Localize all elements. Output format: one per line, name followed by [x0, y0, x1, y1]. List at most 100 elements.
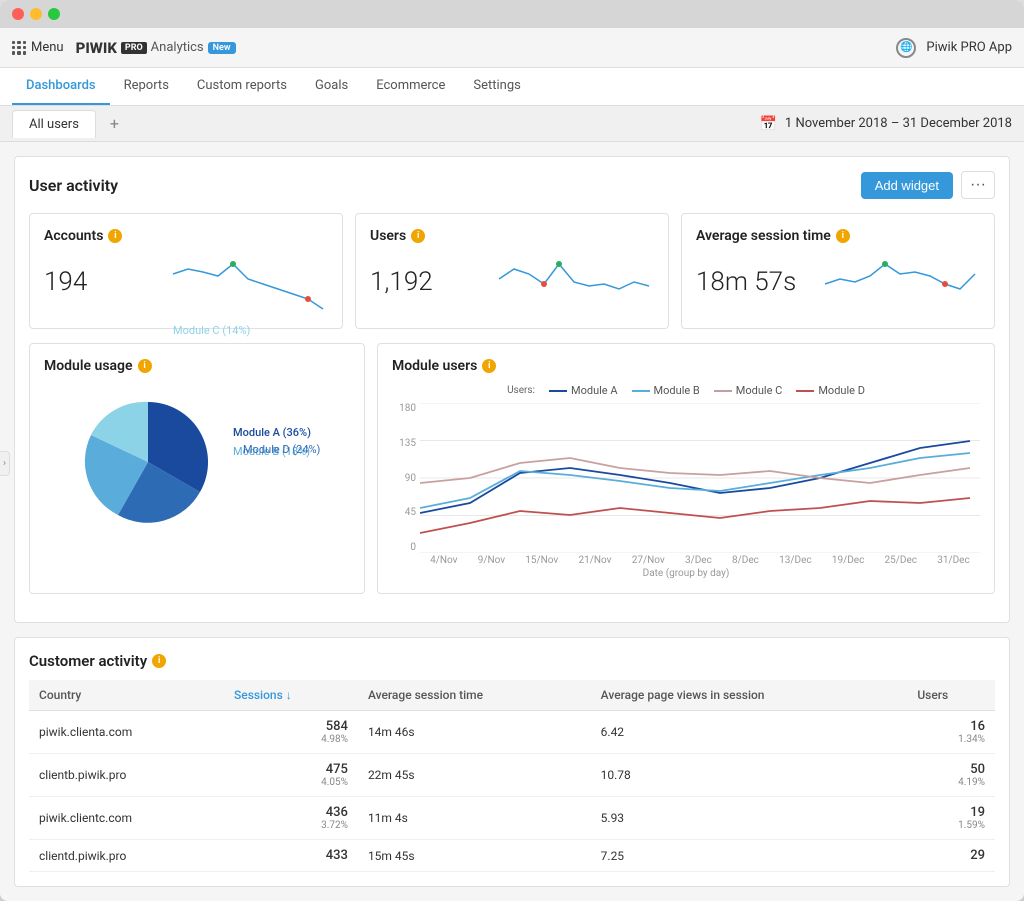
sidebar-toggle[interactable]: ›: [0, 451, 10, 476]
chart-legend: Users: Module A Module B Module C: [392, 384, 980, 397]
th-users: Users: [907, 680, 995, 711]
tab-ecommerce[interactable]: Ecommerce: [362, 68, 459, 105]
line-chart: [420, 403, 980, 553]
td-sessions: 584 4.98%: [224, 711, 358, 754]
accounts-chart: [168, 254, 328, 314]
users-inner: 1,192: [370, 254, 654, 314]
td-avg-page-views: 5.93: [591, 797, 908, 840]
table-row: clientb.piwik.pro 475 4.05% 22m 45s 10.7…: [29, 754, 995, 797]
logo: PIWIK PRO Analytics New: [76, 39, 236, 57]
module-usage-info-icon[interactable]: i: [138, 359, 152, 373]
window-chrome: [0, 0, 1024, 28]
accounts-label: Accounts i: [44, 228, 328, 244]
minimize-button[interactable]: [30, 8, 42, 20]
logo-analytics: Analytics: [151, 40, 204, 55]
accounts-value: 194: [44, 267, 87, 297]
module-users-label: Module users i: [392, 358, 980, 374]
table-header-row: Country Sessions ↓ Average session time …: [29, 680, 995, 711]
content-area: User activity Add widget ··· Accounts i …: [0, 142, 1024, 901]
grid-icon: [12, 41, 26, 55]
yaxis: 180 135 90 45 0: [392, 403, 420, 553]
pie-chart: [83, 397, 213, 527]
date-range-selector[interactable]: 📅 1 November 2018 – 31 December 2018: [759, 116, 1012, 132]
avg-session-inner: 18m 57s: [696, 254, 980, 314]
menu-button[interactable]: Menu: [12, 40, 64, 55]
module-usage-label: Module usage i: [44, 358, 350, 374]
td-avg-session-time: 15m 45s: [358, 840, 591, 872]
customer-activity-info-icon[interactable]: i: [152, 654, 166, 668]
add-dashboard-button[interactable]: +: [98, 108, 131, 139]
th-country: Country: [29, 680, 224, 711]
td-country: clientb.piwik.pro: [29, 754, 224, 797]
app-name: Piwik PRO App: [926, 40, 1012, 55]
accounts-info-icon[interactable]: i: [108, 229, 122, 243]
td-avg-session-time: 11m 4s: [358, 797, 591, 840]
td-users: 50 4.19%: [907, 754, 995, 797]
module-usage-card: Module usage i: [29, 343, 365, 594]
maximize-button[interactable]: [48, 8, 60, 20]
th-sessions[interactable]: Sessions ↓: [224, 680, 358, 711]
topbar: Menu PIWIK PRO Analytics New 🌐 Piwik PRO…: [0, 28, 1024, 68]
x-axis-label: Date (group by day): [392, 568, 980, 579]
customer-activity-section: Customer activity i Country Sessions ↓ A…: [14, 637, 1010, 887]
globe-icon[interactable]: 🌐: [896, 38, 916, 58]
tab-settings[interactable]: Settings: [459, 68, 534, 105]
td-country: piwik.clientc.com: [29, 797, 224, 840]
td-avg-session-time: 14m 46s: [358, 711, 591, 754]
tab-dashboards[interactable]: Dashboards: [12, 68, 110, 105]
logo-piwik: PIWIK: [76, 39, 117, 57]
td-avg-session-time: 22m 45s: [358, 754, 591, 797]
table-row: clientd.piwik.pro 433 15m 45s 7.25 29: [29, 840, 995, 872]
module-users-info-icon[interactable]: i: [482, 359, 496, 373]
module-c-label: Module C (14%): [173, 324, 251, 337]
topbar-right: 🌐 Piwik PRO App: [896, 38, 1012, 58]
legend-module-d: Module D: [796, 384, 865, 397]
users-value: 1,192: [370, 267, 433, 297]
logo-pro: PRO: [121, 42, 147, 54]
td-country: clientd.piwik.pro: [29, 840, 224, 872]
td-users: 19 1.59%: [907, 797, 995, 840]
th-avg-page-views: Average page views in session: [591, 680, 908, 711]
customer-activity-title: Customer activity i: [29, 652, 995, 670]
users-info-icon[interactable]: i: [411, 229, 425, 243]
avg-session-info-icon[interactable]: i: [836, 229, 850, 243]
td-sessions: 433: [224, 840, 358, 872]
user-activity-header: User activity Add widget ···: [29, 171, 995, 199]
dashboard-tab-list: All users +: [12, 108, 131, 139]
dashboard-tab-all-users[interactable]: All users: [12, 110, 96, 138]
accounts-card: Accounts i 194: [29, 213, 343, 329]
tab-goals[interactable]: Goals: [301, 68, 362, 105]
logo-new-badge: New: [208, 42, 236, 54]
accounts-inner: 194: [44, 254, 328, 314]
users-chart: [494, 254, 654, 314]
close-button[interactable]: [12, 8, 24, 20]
tab-custom-reports[interactable]: Custom reports: [183, 68, 301, 105]
more-options-button[interactable]: ···: [961, 171, 995, 199]
td-avg-page-views: 6.42: [591, 711, 908, 754]
user-activity-title: User activity: [29, 176, 118, 195]
td-sessions: 475 4.05%: [224, 754, 358, 797]
td-users: 16 1.34%: [907, 711, 995, 754]
module-users-card: Module users i Users: Module A: [377, 343, 995, 594]
avg-session-label: Average session time i: [696, 228, 980, 244]
nav-tabs: Dashboards Reports Custom reports Goals …: [0, 68, 1024, 106]
date-range-label: 1 November 2018 – 31 December 2018: [785, 116, 1012, 131]
users-label: Users i: [370, 228, 654, 244]
th-avg-session-time: Average session time: [358, 680, 591, 711]
td-avg-page-views: 7.25: [591, 840, 908, 872]
table-row: piwik.clienta.com 584 4.98% 14m 46s 6.42…: [29, 711, 995, 754]
tab-reports[interactable]: Reports: [110, 68, 183, 105]
td-country: piwik.clienta.com: [29, 711, 224, 754]
add-widget-button[interactable]: Add widget: [861, 172, 953, 199]
legend-module-b: Module B: [632, 384, 700, 397]
line-chart-wrapper: 180 135 90 45 0: [392, 403, 980, 579]
td-avg-page-views: 10.78: [591, 754, 908, 797]
pie-labels: Module A (36%) Module B (18%) Module C (…: [233, 426, 311, 502]
dashboard-tabs-bar: All users + 📅 1 November 2018 – 31 Decem…: [0, 106, 1024, 142]
avg-session-chart: [820, 254, 980, 314]
section-actions: Add widget ···: [861, 171, 995, 199]
legend-users: Users:: [507, 384, 535, 397]
avg-session-value: 18m 57s: [696, 267, 796, 297]
module-row: Module usage i: [29, 343, 995, 594]
avg-session-card: Average session time i 18m 57s: [681, 213, 995, 329]
